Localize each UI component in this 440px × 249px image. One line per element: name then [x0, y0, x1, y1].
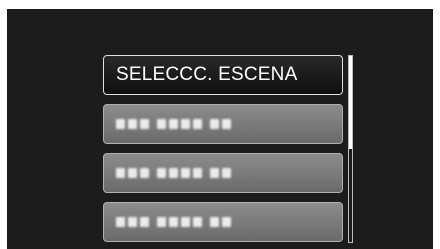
- menu-item-disabled-1[interactable]: [103, 104, 343, 144]
- scrollbar-thumb[interactable]: [349, 56, 352, 149]
- camera-menu-screen: SELECCC. ESCENA: [7, 9, 433, 249]
- blurred-label: [116, 119, 231, 129]
- menu-item-disabled-3[interactable]: [103, 202, 343, 242]
- menu-item-label: SELECCC. ESCENA: [116, 64, 298, 85]
- menu-item-disabled-2[interactable]: [103, 153, 343, 193]
- menu-item-selecc-escena[interactable]: SELECCC. ESCENA: [103, 55, 343, 95]
- blurred-label: [116, 168, 231, 178]
- blurred-label: [116, 217, 231, 227]
- scrollbar[interactable]: [348, 55, 353, 243]
